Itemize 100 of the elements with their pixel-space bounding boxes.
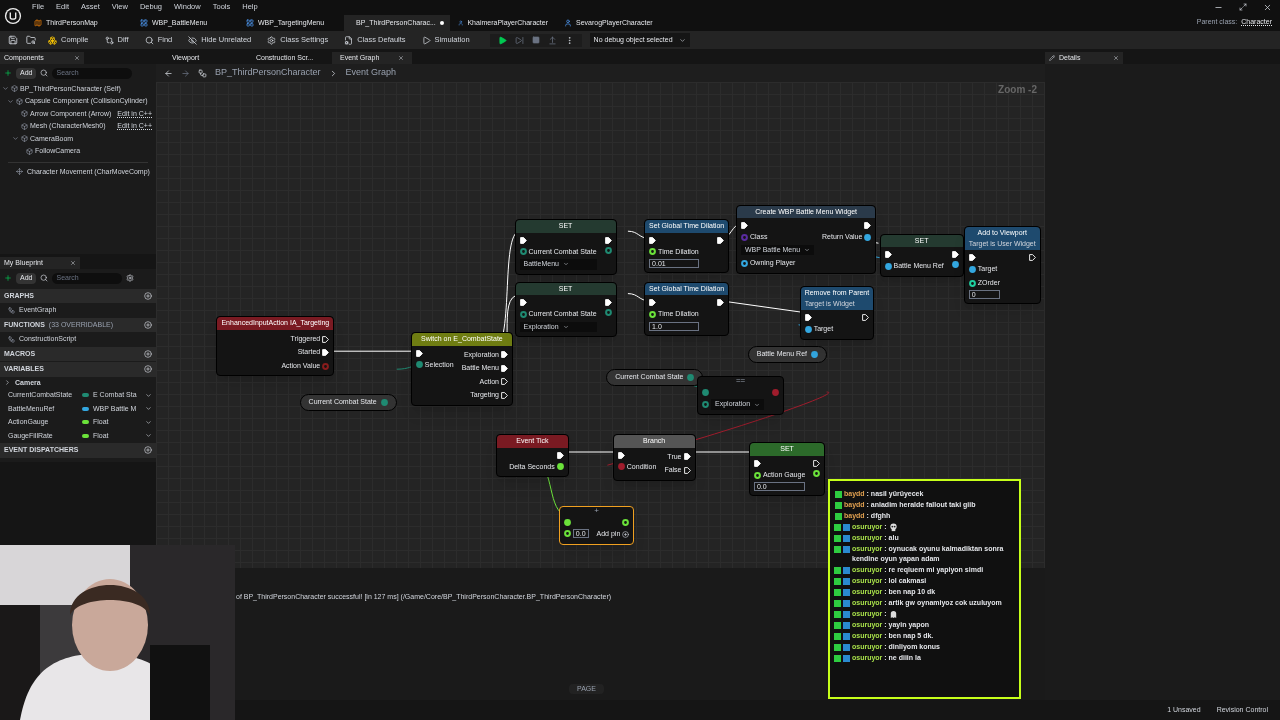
exec-pin-icon[interactable] (753, 459, 761, 467)
caret-icon[interactable] (562, 323, 569, 330)
search-icon (40, 274, 49, 283)
map-icon (34, 19, 42, 27)
close-icon[interactable] (1113, 55, 1119, 61)
grid-icon (140, 19, 148, 27)
add-icon[interactable] (144, 291, 152, 300)
add-pin-icon[interactable] (622, 530, 630, 538)
add-icon[interactable] (144, 446, 152, 455)
exec-pin-icon[interactable] (322, 335, 330, 343)
exec-pin-icon[interactable] (649, 236, 657, 244)
play-icon[interactable] (421, 35, 431, 45)
add-icon[interactable] (144, 320, 152, 329)
exec-pin-icon[interactable] (1028, 254, 1036, 262)
component-icon (21, 135, 28, 143)
component-icon (26, 147, 33, 155)
forward-icon[interactable] (181, 68, 190, 78)
diff-icon[interactable] (104, 35, 114, 45)
plus-icon[interactable] (4, 274, 12, 283)
graph-icon (8, 306, 15, 314)
breadcrumb-item[interactable]: BP_ThirdPersonCharacter (215, 66, 321, 80)
component-icon (21, 110, 28, 118)
compile-icon[interactable] (48, 35, 57, 45)
plus-icon[interactable] (4, 69, 12, 78)
search-icon (40, 69, 49, 78)
component-icon (11, 85, 18, 93)
graph-canvas[interactable] (156, 82, 1045, 568)
data-pin-icon[interactable] (804, 326, 812, 334)
exec-pin-icon[interactable] (951, 251, 959, 259)
graph-icon (8, 335, 15, 343)
component-icon (21, 122, 28, 130)
exec-pin-icon[interactable] (740, 222, 748, 230)
exec-pin-icon[interactable] (717, 236, 725, 244)
data-pin-icon[interactable] (556, 463, 564, 471)
add-icon[interactable] (144, 349, 152, 358)
stop-icon[interactable] (531, 36, 540, 44)
browse-icon[interactable] (26, 35, 36, 45)
person-icon (564, 19, 572, 27)
caret-icon[interactable] (562, 261, 569, 268)
eject-icon[interactable] (547, 35, 557, 45)
close-icon[interactable] (1263, 2, 1272, 12)
edit-icon (1049, 55, 1055, 61)
exec-pin-icon[interactable] (501, 391, 508, 399)
data-pin-icon[interactable] (884, 262, 892, 270)
data-pin-icon[interactable] (968, 279, 976, 287)
exec-pin-icon[interactable] (884, 251, 892, 259)
exec-pin-icon[interactable] (864, 222, 872, 230)
close-icon[interactable] (70, 260, 76, 266)
graph-icon (198, 68, 207, 78)
node-title: + (593, 507, 600, 515)
exec-pin-icon[interactable] (604, 236, 612, 244)
exec-pin-icon[interactable] (322, 349, 330, 357)
exec-pin-icon[interactable] (556, 451, 564, 459)
caret-icon[interactable] (754, 401, 761, 408)
exec-pin-icon[interactable] (519, 299, 527, 307)
back-icon[interactable] (164, 68, 173, 78)
settings-icon[interactable] (267, 35, 277, 45)
grid-icon (246, 19, 254, 27)
exec-pin-icon[interactable] (604, 299, 612, 307)
caret-icon[interactable] (678, 36, 686, 44)
person-icon (458, 19, 464, 27)
save-icon[interactable] (8, 35, 18, 45)
exec-pin-icon[interactable] (683, 453, 691, 461)
breadcrumb-item[interactable]: Event Graph (345, 66, 397, 80)
caret-icon[interactable] (804, 247, 811, 254)
exec-pin-icon[interactable] (804, 314, 812, 322)
exec-pin-icon[interactable] (501, 351, 508, 359)
skull-emote-icon (888, 522, 898, 532)
data-pin-icon[interactable] (563, 519, 571, 526)
exec-pin-icon[interactable] (683, 466, 691, 474)
data-pin-icon[interactable] (811, 351, 818, 359)
exec-pin-icon[interactable] (501, 378, 508, 386)
exec-pin-icon[interactable] (415, 349, 423, 357)
add-icon[interactable] (144, 365, 152, 374)
movement-icon (16, 168, 23, 176)
close-icon[interactable] (74, 55, 80, 61)
exec-pin-icon[interactable] (862, 314, 870, 322)
exec-pin-icon[interactable] (519, 236, 527, 244)
node-title: == (734, 377, 747, 386)
maximize-icon[interactable] (1239, 3, 1247, 11)
component-icon (16, 97, 23, 105)
search-icon[interactable] (144, 35, 154, 45)
settings-icon[interactable] (126, 274, 135, 283)
exec-pin-icon[interactable] (813, 459, 821, 467)
exec-pin-icon[interactable] (649, 299, 657, 307)
exec-pin-icon[interactable] (617, 451, 625, 459)
play-icon[interactable] (497, 35, 507, 45)
data-pin-icon[interactable] (951, 261, 959, 269)
data-pin-icon[interactable] (864, 234, 872, 242)
data-pin-icon[interactable] (740, 260, 748, 268)
engine-logo-icon[interactable] (4, 6, 22, 25)
exec-pin-icon[interactable] (501, 364, 508, 372)
close-icon[interactable] (398, 55, 404, 61)
exec-pin-icon[interactable] (717, 299, 725, 307)
data-pin-icon[interactable] (968, 266, 976, 274)
exec-pin-icon[interactable] (968, 254, 976, 262)
ghost-emote-icon (888, 609, 898, 619)
zoom-label: Zoom -2 (998, 83, 1037, 97)
document-gear-icon[interactable] (344, 35, 354, 45)
hidden-eye-icon[interactable] (188, 35, 198, 45)
